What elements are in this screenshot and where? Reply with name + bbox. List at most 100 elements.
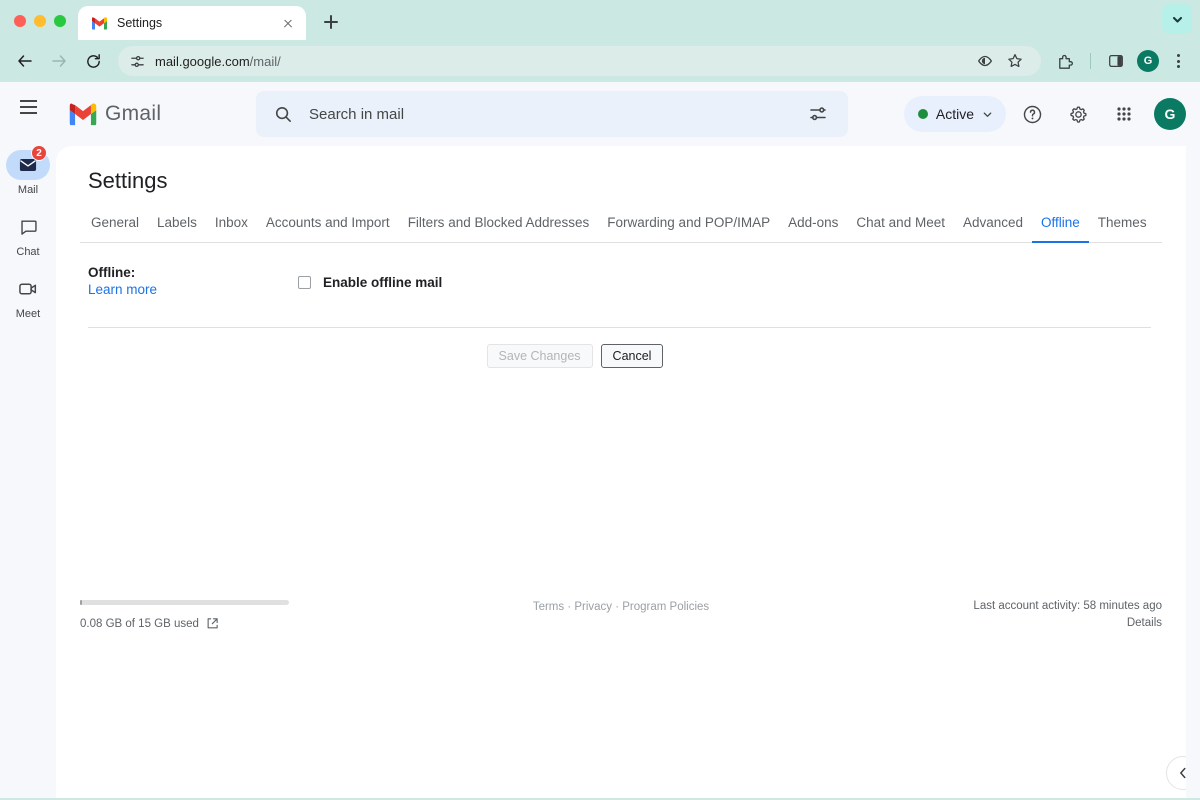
storage-text-row: 0.08 GB of 15 GB used — [80, 617, 410, 630]
address-bar[interactable]: mail.google.com/mail/ — [118, 46, 1041, 76]
hamburger-icon[interactable] — [6, 85, 50, 129]
sidebar-item-mail[interactable]: 2 Mail — [0, 145, 56, 196]
close-window-button[interactable] — [14, 15, 26, 27]
save-changes-button[interactable]: Save Changes — [486, 344, 593, 368]
tab-forwarding-and-pop-imap[interactable]: Forwarding and POP/IMAP — [598, 210, 779, 243]
tab-general[interactable]: General — [82, 210, 148, 243]
storage-text: 0.08 GB of 15 GB used — [80, 617, 199, 630]
offline-label-column: Offline: Learn more — [88, 265, 298, 299]
gmail-wordmark: Gmail — [105, 102, 162, 125]
maximize-window-button[interactable] — [54, 15, 66, 27]
storage-info: 0.08 GB of 15 GB used — [80, 600, 410, 630]
avatar[interactable]: G — [1154, 98, 1186, 130]
cancel-button[interactable]: Cancel — [600, 344, 664, 368]
sidebar-item-chat[interactable]: Chat — [0, 212, 56, 258]
tab-chat-and-meet[interactable]: Chat and Meet — [847, 210, 954, 243]
close-icon[interactable] — [280, 15, 296, 31]
gear-icon[interactable] — [1058, 94, 1098, 134]
extensions-icon[interactable] — [1051, 47, 1079, 75]
offline-section-label: Offline: — [88, 265, 136, 280]
chevron-left-icon[interactable] — [1166, 756, 1186, 790]
avatar-initial: G — [1164, 106, 1176, 122]
tab-add-ons[interactable]: Add-ons — [779, 210, 847, 243]
browser-profile-avatar[interactable]: G — [1134, 47, 1162, 75]
status-label: Active — [935, 106, 974, 122]
new-tab-icon[interactable] — [316, 7, 346, 37]
offline-row: Offline: Learn more Enable offline mail — [88, 265, 1162, 299]
reload-icon[interactable] — [78, 46, 108, 76]
storage-bar — [80, 600, 289, 605]
browser-chrome: Settings mail.google.com/mail/ G — [0, 0, 1200, 82]
back-arrow-icon[interactable] — [10, 46, 40, 76]
url-domain: mail.google.com — [155, 53, 250, 69]
forward-arrow-icon[interactable] — [44, 46, 74, 76]
tab-inbox[interactable]: Inbox — [206, 210, 257, 243]
unread-badge: 2 — [31, 145, 47, 161]
header-actions: Active G — [903, 94, 1186, 134]
page-title: Settings — [88, 168, 168, 193]
sidebar-rail: 2 Mail Chat Meet — [0, 145, 56, 798]
omnibox-actions — [971, 47, 1029, 75]
form-actions: Save Changes Cancel — [88, 328, 1062, 368]
sidebar-item-label: Chat — [16, 246, 40, 258]
profile-initial: G — [1137, 50, 1159, 72]
sidebar-item-label: Meet — [15, 308, 41, 320]
gmail-header: Gmail Search in mail Active G — [0, 82, 1200, 146]
browser-toolbar: mail.google.com/mail/ G — [0, 40, 1200, 82]
tab-filters-and-blocked-addresses[interactable]: Filters and Blocked Addresses — [399, 210, 599, 243]
gmail-icon — [68, 102, 98, 126]
search-input[interactable]: Search in mail — [256, 91, 848, 137]
gmail-app: Gmail Search in mail Active G 2 Mail Cha… — [0, 82, 1200, 798]
meet-icon — [6, 274, 50, 304]
chevron-down-icon — [982, 109, 993, 120]
enable-offline-mail-checkbox[interactable] — [298, 275, 311, 289]
offline-settings-section: Offline: Learn more Enable offline mail … — [80, 243, 1162, 368]
tab-accounts-and-import[interactable]: Accounts and Import — [257, 210, 399, 243]
chat-icon — [6, 212, 50, 242]
tab-strip: Settings — [0, 0, 1200, 40]
app-rail-top — [0, 81, 56, 147]
apps-grid-icon[interactable] — [1104, 94, 1144, 134]
enable-offline-mail-control[interactable]: Enable offline mail — [298, 265, 442, 299]
bookmark-star-icon[interactable] — [1001, 47, 1029, 75]
tune-icon[interactable] — [798, 94, 838, 134]
footer-links[interactable]: Terms · Privacy · Program Policies — [410, 600, 832, 613]
settings-card: Settings General Labels Inbox Accounts a… — [56, 146, 1186, 798]
tab-advanced[interactable]: Advanced — [954, 210, 1032, 243]
tab-labels[interactable]: Labels — [148, 210, 206, 243]
tab-title: Settings — [117, 16, 163, 30]
learn-more-link[interactable]: Learn more — [88, 282, 157, 297]
search-placeholder: Search in mail — [309, 105, 405, 123]
page-footer: 0.08 GB of 15 GB used Terms · Privacy · … — [80, 600, 1162, 630]
last-activity-text: Last account activity: 58 minutes ago — [973, 600, 1162, 612]
browser-tab[interactable]: Settings — [78, 6, 306, 40]
minimize-window-button[interactable] — [34, 15, 46, 27]
enable-offline-mail-label: Enable offline mail — [323, 274, 443, 290]
sidebar-item-label: Mail — [17, 184, 39, 196]
storage-bar-fill — [80, 600, 82, 605]
sidebar-item-meet[interactable]: Meet — [0, 274, 56, 320]
tab-themes[interactable]: Themes — [1089, 210, 1156, 243]
mail-icon: 2 — [6, 145, 50, 180]
app-body: 2 Mail Chat Meet Settings General Labels… — [0, 145, 1200, 798]
window-controls — [0, 15, 78, 40]
toolbar-divider — [1090, 53, 1091, 69]
tracking-protection-icon[interactable] — [971, 47, 999, 75]
url-path: /mail/ — [249, 53, 281, 69]
gmail-icon — [91, 16, 108, 30]
status-dot-icon — [917, 109, 928, 119]
settings-tabs: General Labels Inbox Accounts and Import… — [80, 210, 1162, 243]
status-badge[interactable]: Active — [903, 96, 1006, 132]
kebab-menu-icon[interactable] — [1166, 49, 1190, 73]
side-panel-icon[interactable] — [1102, 47, 1130, 75]
address-text: mail.google.com/mail/ — [155, 54, 281, 69]
activity-details-link[interactable]: Details — [832, 617, 1162, 629]
external-link-icon[interactable] — [206, 617, 219, 630]
chevron-down-icon[interactable] — [1162, 4, 1192, 34]
help-icon[interactable] — [1012, 94, 1052, 134]
footer-grid: 0.08 GB of 15 GB used Terms · Privacy · … — [80, 600, 1162, 630]
page-settings-icon[interactable] — [130, 54, 145, 69]
tab-offline[interactable]: Offline — [1032, 210, 1089, 243]
search-icon — [274, 105, 293, 124]
gmail-logo[interactable]: Gmail — [56, 102, 256, 126]
